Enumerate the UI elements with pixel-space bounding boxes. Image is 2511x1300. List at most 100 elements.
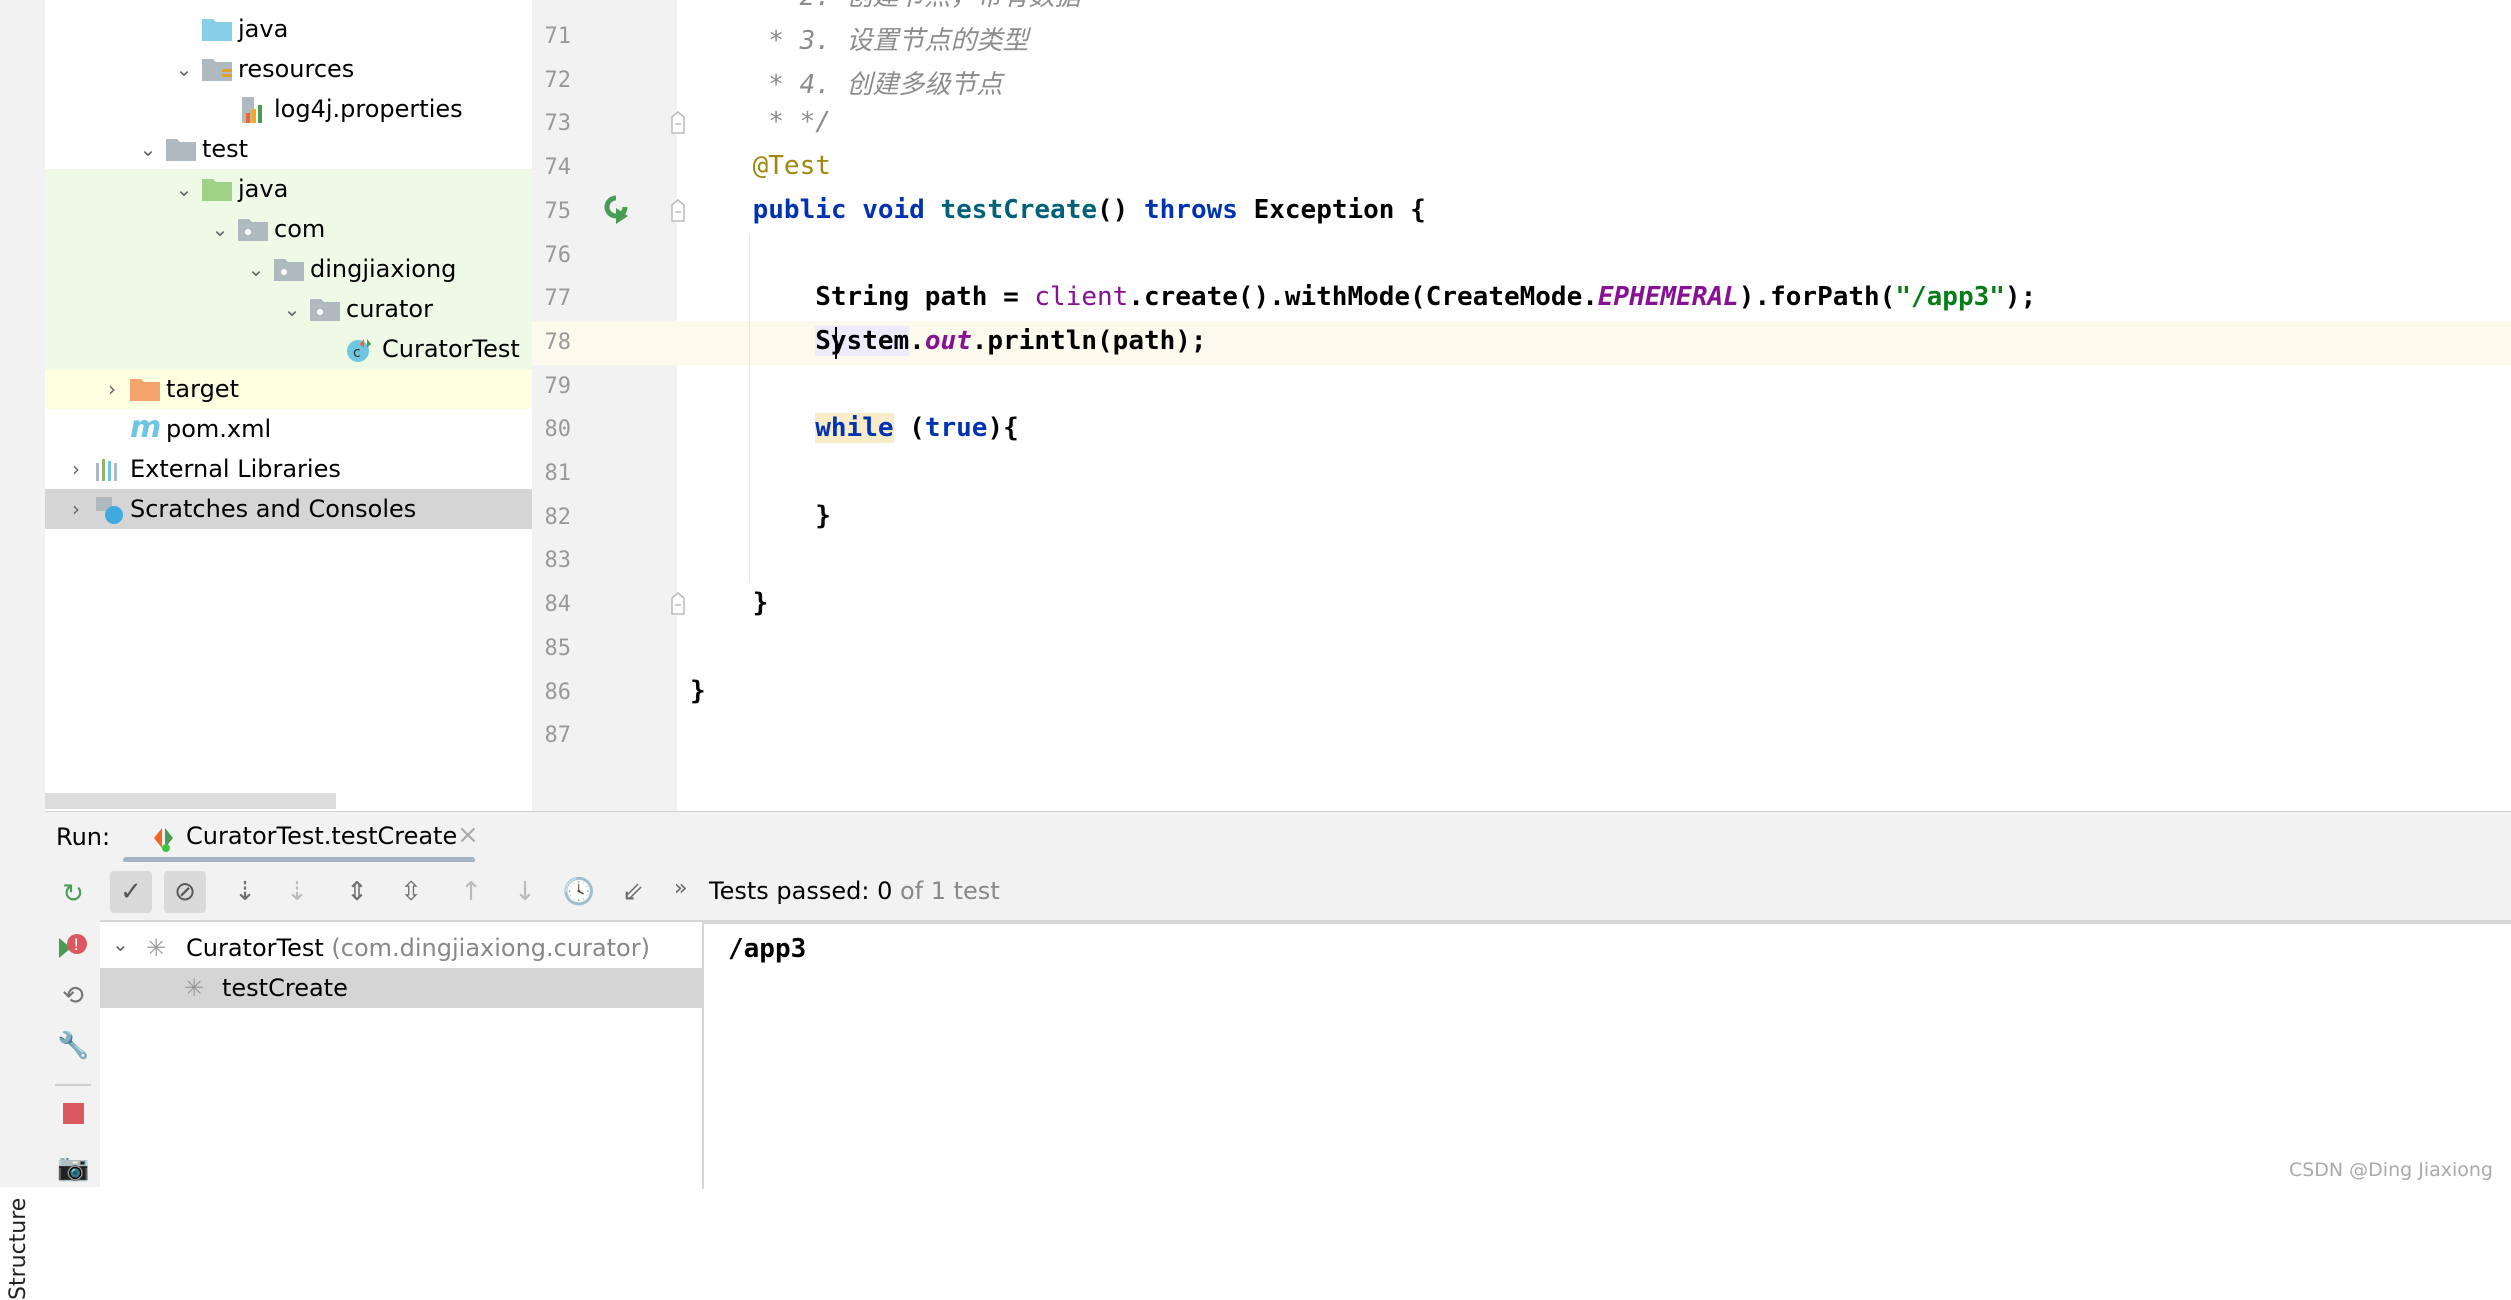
code-line[interactable]: 85 xyxy=(532,627,2511,671)
collapse-all-icon[interactable]: ⇳ xyxy=(390,871,432,913)
code-line[interactable]: 72 * 4. 创建多级节点 xyxy=(532,59,2511,103)
tree-item-dingjiaxiong[interactable]: ⌄ dingjiaxiong xyxy=(45,249,532,289)
code-text: * 2. 创建节点，带有数据 xyxy=(690,0,1080,13)
test-history-icon[interactable]: 🕓 xyxy=(558,871,600,913)
toggle-auto-test-icon[interactable]: ⟲ xyxy=(57,980,89,1012)
chevron-down-icon[interactable]: ⌄ xyxy=(172,57,196,81)
code-line[interactable]: 71 * 3. 设置节点的类型 xyxy=(532,15,2511,59)
code-editor[interactable]: 70 * 2. 创建节点，带有数据71 * 3. 设置节点的类型72 * 4. … xyxy=(532,0,2511,811)
test-run-icon xyxy=(153,826,173,852)
tree-item-label: dingjiaxiong xyxy=(310,255,457,283)
code-token: ); xyxy=(2004,282,2037,313)
line-number: 74 xyxy=(544,155,572,181)
line-number: 83 xyxy=(544,548,572,574)
fold-marker-icon[interactable] xyxy=(670,198,686,229)
code-line[interactable]: 84 } xyxy=(532,583,2511,627)
code-line[interactable]: 80 while (true){ xyxy=(532,408,2511,452)
wrench-icon[interactable]: 🔧 xyxy=(57,1030,89,1062)
fold-marker-icon[interactable] xyxy=(670,592,686,622)
line-number: 76 xyxy=(544,242,572,268)
code-line[interactable]: 82 } xyxy=(532,496,2511,540)
test-results-tree: ⌄ ✳ CuratorTest (com.dingjiaxiong.curato… xyxy=(100,920,704,1189)
tree-item-java[interactable]: java xyxy=(45,9,532,49)
tree-item-label: pom.xml xyxy=(166,415,272,443)
code-token: "/app3" xyxy=(1895,282,2005,313)
chevron-down-icon[interactable]: ⌄ xyxy=(136,137,160,161)
import-tests-icon[interactable]: ⇙ xyxy=(612,871,654,913)
status-prefix: Tests passed: xyxy=(709,877,878,905)
expand-all-icon[interactable]: ⇕ xyxy=(336,871,378,913)
code-line[interactable]: 78 System.out.println(path); xyxy=(532,320,2511,365)
tree-item-log4j-properties[interactable]: log4j.properties xyxy=(45,89,532,129)
line-number: 87 xyxy=(544,723,572,749)
text-caret xyxy=(835,326,837,359)
code-line[interactable]: 75 public void testCreate() throws Excep… xyxy=(532,190,2511,234)
code-token: client xyxy=(1034,282,1129,313)
tree-item-scratches-and-consoles[interactable]: › Scratches and Consoles xyxy=(45,489,532,529)
sort-by-duration-icon[interactable]: ⇣ xyxy=(276,871,318,913)
tree-item-label: resources xyxy=(238,55,355,83)
run-side-toolbar: ↻ ! ⟲ 🔧 📷 xyxy=(45,862,101,1187)
next-occurrence-icon[interactable]: ↓ xyxy=(504,871,546,913)
test-class-package: (com.dingjiaxiong.curator) xyxy=(323,934,650,962)
run-test-gutter-icon[interactable] xyxy=(602,194,632,228)
tree-item-com[interactable]: ⌄ com xyxy=(45,209,532,249)
chevron-right-icon[interactable]: › xyxy=(100,377,124,401)
code-line[interactable]: 76 xyxy=(532,234,2511,278)
tree-item-pom-xml[interactable]: m pom.xml xyxy=(45,409,532,449)
code-line[interactable]: 70 * 2. 创建节点，带有数据 xyxy=(532,0,2511,15)
package-icon xyxy=(310,297,340,321)
code-token: } xyxy=(690,675,706,706)
structure-tool-tab[interactable]: Structure xyxy=(6,1198,31,1300)
chevron-down-icon[interactable]: ⌄ xyxy=(208,217,232,241)
tree-item-curator[interactable]: ⌄ curator xyxy=(45,289,532,329)
close-icon[interactable]: × xyxy=(457,820,479,850)
tree-item-external-libraries[interactable]: › External Libraries xyxy=(45,449,532,489)
line-number: 79 xyxy=(544,373,572,399)
fold-marker-icon[interactable] xyxy=(670,111,686,141)
code-line[interactable]: 83 xyxy=(532,539,2511,583)
run-tab[interactable]: CuratorTest.testCreate × xyxy=(123,812,479,863)
console-output[interactable]: /app3 xyxy=(704,920,2511,1191)
previous-occurrence-icon[interactable]: ↑ xyxy=(450,871,492,913)
rerun-failed-icon[interactable]: ! xyxy=(57,930,89,962)
chevron-down-icon[interactable]: ⌄ xyxy=(112,932,129,956)
code-token: .println(path); xyxy=(971,325,1207,356)
chevron-down-icon[interactable]: ⌄ xyxy=(244,257,268,281)
tree-item-resources[interactable]: ⌄ resources xyxy=(45,49,532,89)
tree-item-test[interactable]: ⌄ test xyxy=(45,129,532,169)
rerun-icon[interactable]: ↻ xyxy=(57,878,89,910)
show-ignored-icon[interactable]: ⊘ xyxy=(164,871,206,913)
sort-alphabetically-icon[interactable]: ⇣ xyxy=(224,871,266,913)
camera-icon[interactable]: 📷 xyxy=(57,1152,89,1184)
project-horizontal-scrollbar[interactable] xyxy=(45,793,336,809)
more-actions-icon[interactable]: » xyxy=(674,876,687,901)
test-tree-item-method[interactable]: ✳ testCreate xyxy=(100,968,702,1008)
code-text: } xyxy=(690,501,831,531)
code-text: System.out.println(path); xyxy=(690,325,1207,356)
show-passed-icon[interactable]: ✓ xyxy=(110,871,152,913)
tree-item-java[interactable]: ⌄ java xyxy=(45,169,532,209)
chevron-down-icon[interactable]: ⌄ xyxy=(280,297,304,321)
tree-item-curatortest[interactable]: c CuratorTest xyxy=(45,329,532,369)
code-line[interactable]: 79 xyxy=(532,365,2511,409)
code-token: while xyxy=(815,413,894,444)
code-token: String path = xyxy=(690,282,1035,313)
running-spinner-icon: ✳ xyxy=(146,934,167,962)
code-line[interactable]: 81 xyxy=(532,452,2511,496)
code-line[interactable]: 87 xyxy=(532,714,2511,758)
code-line[interactable]: 74 @Test xyxy=(532,146,2511,190)
code-line[interactable]: 77 String path = client.create().withMod… xyxy=(532,277,2511,321)
line-number: 80 xyxy=(544,417,572,443)
stop-icon[interactable] xyxy=(57,1098,89,1130)
chevron-right-icon[interactable]: › xyxy=(64,457,88,481)
chevron-down-icon[interactable]: ⌄ xyxy=(172,177,196,201)
tree-item-target[interactable]: › target xyxy=(45,369,532,409)
code-line[interactable]: 73 * */ xyxy=(532,102,2511,146)
test-tree-item-class[interactable]: ⌄ ✳ CuratorTest (com.dingjiaxiong.curato… xyxy=(100,928,702,968)
code-line[interactable]: 86} xyxy=(532,671,2511,715)
chevron-right-icon[interactable]: › xyxy=(64,497,88,521)
